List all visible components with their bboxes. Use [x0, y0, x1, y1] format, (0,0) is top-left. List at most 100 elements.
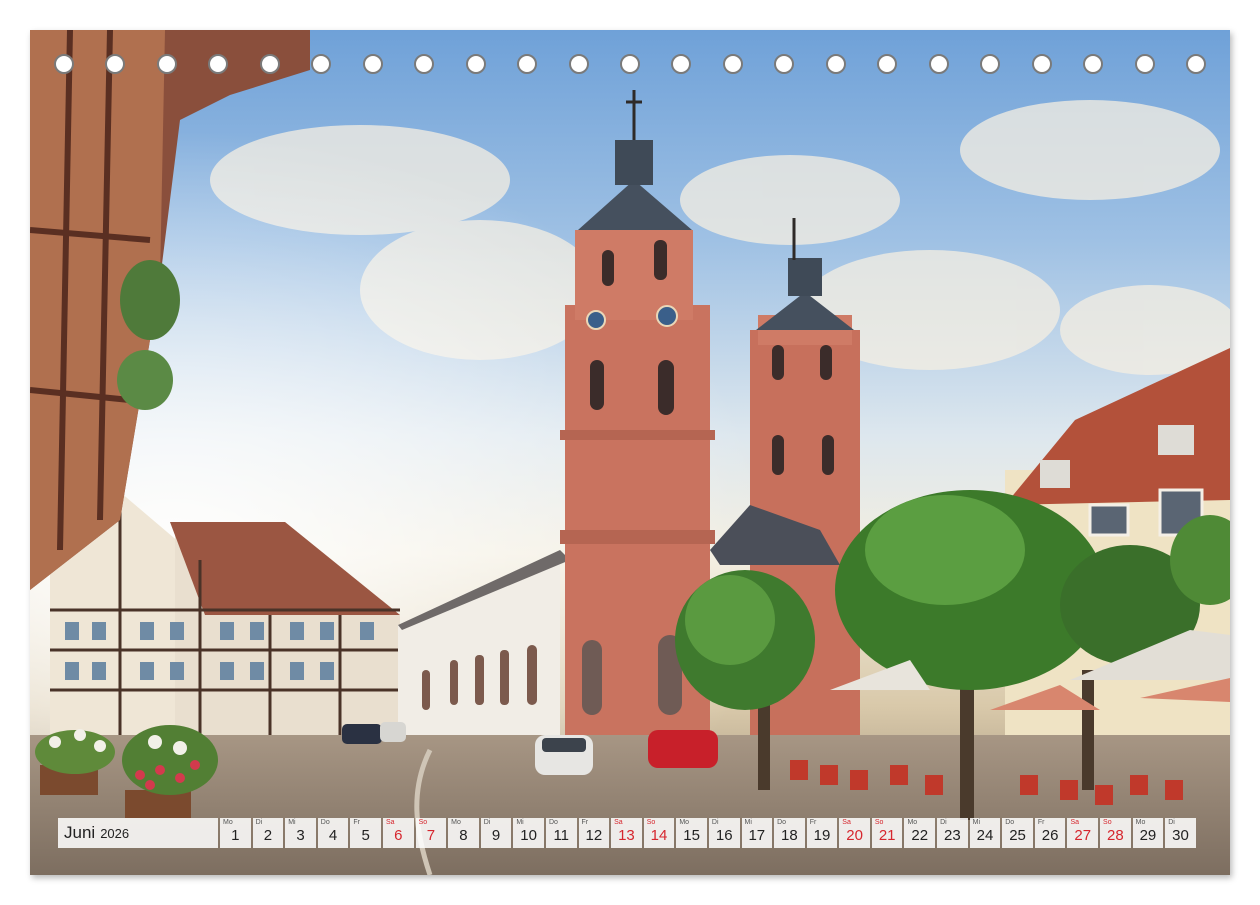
day-number: 8 [459, 827, 468, 844]
weekday-abbr: Mi [516, 819, 524, 826]
day-number: 17 [748, 827, 766, 844]
binding-hole [568, 54, 589, 74]
binding-hole [774, 54, 795, 74]
day-number: 19 [813, 827, 831, 844]
weekday-abbr: Do [777, 819, 787, 826]
binding-hole [1186, 54, 1206, 74]
day-number: 14 [650, 827, 668, 844]
day-number: 22 [911, 827, 929, 844]
day-cells: Mo 1 Di 2 Mi 3 Do 4 Fr 5 Sa 6 So 7 Mo 8 Di 9 Mi 10 Do 11 Fr 12 S… [220, 818, 1198, 848]
binding-hole [311, 54, 332, 74]
day-cell: Fr 26 [1034, 818, 1066, 848]
day-number: 27 [1074, 827, 1092, 844]
day-cell: Fr 12 [578, 818, 610, 848]
weekday-abbr: Fr [353, 819, 360, 826]
day-cell: Mo 29 [1132, 818, 1164, 848]
day-cell: Sa 13 [611, 818, 642, 848]
weekday-abbr: Mo [907, 819, 918, 826]
day-number: 6 [394, 827, 403, 844]
day-cell: Mi 17 [741, 818, 773, 848]
day-cell: Mi 10 [513, 818, 544, 848]
day-cell: Mo 22 [904, 818, 936, 848]
weekday-abbr: Di [711, 819, 719, 826]
binding-hole [414, 54, 435, 74]
photo-illustration [30, 30, 1230, 875]
day-cell: Di 16 [708, 818, 740, 848]
binding-hole [54, 54, 74, 74]
day-number: 23 [944, 827, 961, 844]
month-year: 2026 [100, 825, 130, 841]
weekday-abbr: Fr [1037, 819, 1045, 826]
binding-hole [722, 54, 743, 74]
day-cell: Do 18 [774, 818, 805, 848]
binding-hole [362, 54, 383, 74]
binding-hole [208, 54, 229, 74]
binding-holes [30, 54, 1230, 80]
weekday-abbr: Mi [744, 819, 752, 826]
day-number: 30 [1172, 827, 1189, 844]
day-cell: Sa 27 [1067, 818, 1099, 848]
month-name: Juni [64, 823, 96, 842]
day-cell: Fr 19 [806, 818, 838, 848]
day-number: 10 [520, 827, 537, 844]
day-number: 24 [976, 827, 994, 844]
day-cell: So 14 [643, 818, 675, 848]
weekday-abbr: Di [1168, 819, 1175, 826]
binding-hole [465, 54, 486, 74]
weekday-abbr: Mi [288, 819, 296, 826]
day-number: 18 [781, 827, 798, 844]
day-cell: Fr 5 [350, 818, 381, 848]
weekday-abbr: So [646, 819, 656, 826]
binding-hole [1083, 54, 1104, 74]
binding-hole [259, 54, 280, 74]
weekday-abbr: Di [940, 819, 947, 826]
binding-hole [517, 54, 538, 74]
weekday-abbr: Do [548, 819, 558, 826]
day-cell: Di 30 [1165, 818, 1196, 848]
church-square-photo [30, 30, 1230, 875]
binding-hole [1134, 54, 1155, 74]
binding-hole [620, 54, 640, 74]
day-number: 21 [878, 827, 896, 844]
day-number: 16 [715, 827, 733, 844]
weekday-abbr: Di [255, 819, 263, 826]
weekday-abbr: So [874, 819, 884, 826]
day-number: 7 [426, 827, 436, 844]
weekday-abbr: Do [320, 819, 330, 826]
weekday-abbr: Mo [451, 819, 461, 826]
weekday-abbr: Sa [385, 819, 395, 826]
binding-hole [825, 54, 846, 74]
day-number: 28 [1106, 827, 1124, 844]
weekday-abbr: Fr [809, 819, 817, 826]
day-number: 3 [296, 827, 305, 844]
day-cell: Mo 8 [448, 818, 479, 848]
weekday-abbr: So [1103, 819, 1112, 826]
day-number: 20 [846, 827, 863, 844]
day-cell: Do 25 [1002, 818, 1033, 848]
binding-hole [1031, 54, 1052, 74]
day-number: 5 [361, 827, 370, 844]
day-cell: So 28 [1100, 818, 1131, 848]
binding-hole [105, 54, 126, 74]
day-number: 29 [1139, 827, 1157, 844]
day-number: 4 [328, 827, 338, 844]
day-cell: Di 23 [937, 818, 968, 848]
binding-hole [928, 54, 949, 74]
day-cell: So 21 [871, 818, 903, 848]
weekday-abbr: Di [483, 819, 491, 826]
day-cell: Di 9 [480, 818, 512, 848]
day-cell: Do 4 [317, 818, 349, 848]
day-number: 25 [1009, 827, 1026, 844]
day-number: 26 [1041, 827, 1059, 844]
day-cell: Mo 15 [676, 818, 707, 848]
day-number: 2 [263, 827, 273, 844]
weekday-abbr: Fr [581, 819, 589, 826]
binding-hole [671, 54, 692, 74]
day-cell: Do 11 [545, 818, 577, 848]
day-number: 9 [491, 827, 501, 844]
binding-hole [156, 54, 177, 74]
weekday-abbr: Do [1005, 819, 1015, 826]
day-number: 15 [683, 827, 700, 844]
weekday-abbr: Mo [223, 819, 233, 826]
calendar-strip: Juni 2026 Mo 1 Di 2 Mi 3 Do 4 Fr 5 Sa 6 So 7 Mo 8 Di 9 Mi 1… [58, 818, 1198, 848]
